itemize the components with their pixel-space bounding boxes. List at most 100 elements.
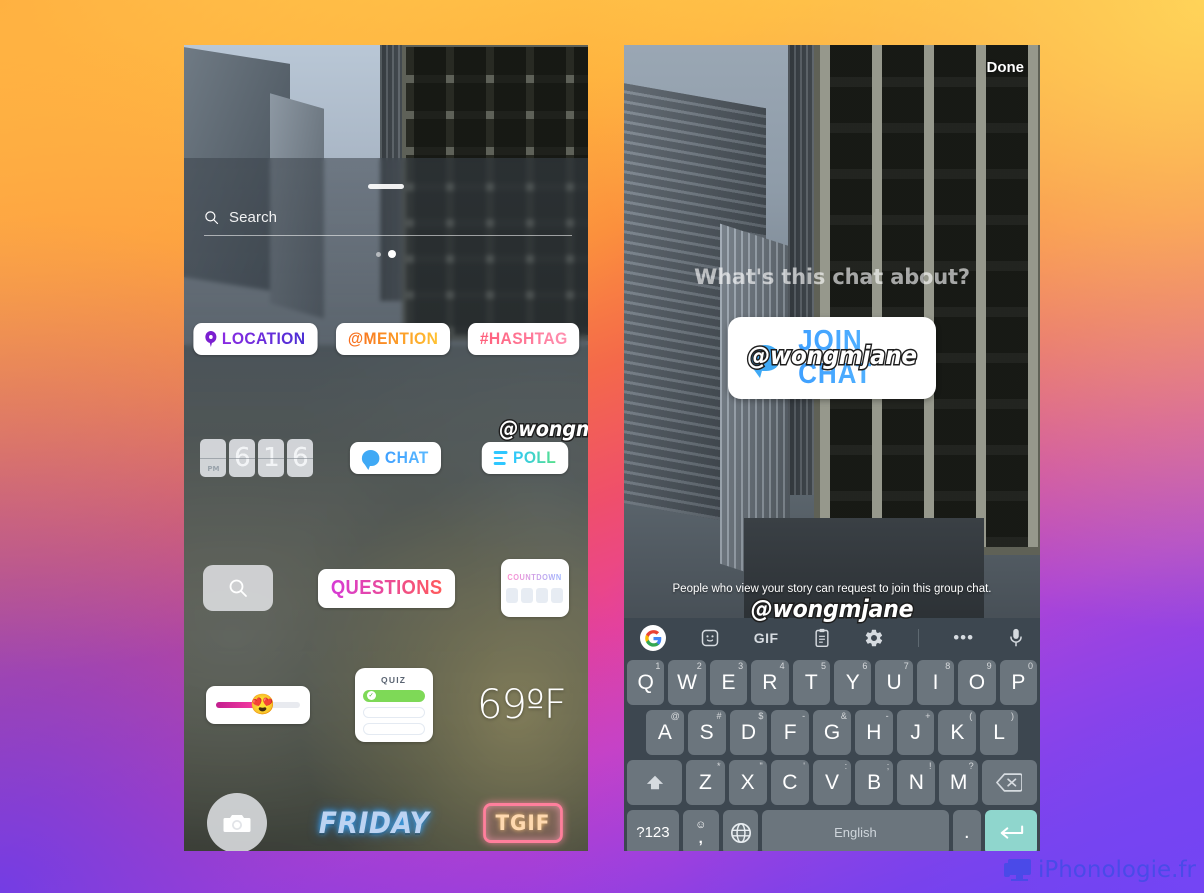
sticker-emoji-slider[interactable]: 😍 bbox=[206, 686, 311, 724]
backspace-key[interactable] bbox=[981, 760, 1038, 805]
key-label: P bbox=[1011, 670, 1026, 694]
symbols-key[interactable]: ?123 bbox=[627, 810, 679, 851]
key-p[interactable]: 0P bbox=[999, 660, 1038, 705]
search-icon bbox=[205, 210, 219, 224]
shift-arrow-icon bbox=[646, 775, 663, 789]
page-dot-active[interactable] bbox=[388, 250, 396, 258]
key-x[interactable]: " X bbox=[728, 760, 767, 805]
key-hint: # bbox=[716, 711, 722, 721]
emoji-comma-key[interactable]: ☺ , bbox=[682, 810, 719, 851]
key-f[interactable]: -F bbox=[771, 710, 810, 755]
sticker-smiley-icon[interactable] bbox=[700, 628, 720, 648]
key-z[interactable]: * Z bbox=[686, 760, 725, 805]
right-phone-screen: Done What's this chat about? J O I N C H A T @… bbox=[624, 45, 1040, 851]
google-logo-icon[interactable] bbox=[640, 625, 666, 651]
sticker-label: @MENTION bbox=[347, 329, 438, 348]
key-label: V bbox=[824, 770, 839, 794]
key-h[interactable]: -H bbox=[854, 710, 893, 755]
space-key[interactable]: English bbox=[762, 810, 949, 851]
sheet-grabber-handle[interactable] bbox=[368, 184, 404, 189]
key-label: L bbox=[993, 720, 1005, 744]
emoji-icon: ☺ bbox=[695, 818, 707, 831]
left-phone-screen: Search LOCATION @MENTION #HASHTAG PM 6 1… bbox=[184, 45, 588, 851]
sticker-tgif[interactable]: TGIF bbox=[482, 803, 563, 843]
key-hint: & bbox=[840, 711, 847, 721]
sticker-temperature[interactable]: 69ºF bbox=[477, 682, 567, 728]
sticker-countdown[interactable]: COUNTDOWN bbox=[500, 559, 569, 617]
key-b[interactable]: ; B bbox=[855, 760, 894, 805]
key-hint: ) bbox=[1011, 711, 1015, 721]
sticker-poll[interactable]: POLL bbox=[481, 442, 568, 474]
microphone-icon[interactable] bbox=[1008, 627, 1024, 649]
key-u[interactable]: 7U bbox=[875, 660, 913, 705]
key-t[interactable]: 5T bbox=[792, 660, 830, 705]
sticker-username-handle: @wongmjane bbox=[746, 340, 919, 372]
key-l[interactable]: ) L bbox=[980, 710, 1019, 755]
key-c[interactable]: ' C bbox=[770, 760, 809, 805]
sticker-hashtag[interactable]: #HASHTAG bbox=[467, 323, 580, 355]
key-r[interactable]: 4R bbox=[751, 660, 789, 705]
key-w[interactable]: 2W bbox=[668, 660, 706, 705]
key-v[interactable]: :V bbox=[812, 760, 852, 805]
key-e[interactable]: 3E bbox=[709, 660, 748, 705]
key-s[interactable]: # S bbox=[687, 710, 726, 755]
key-y[interactable]: 6Y bbox=[834, 660, 872, 705]
key-q[interactable]: 1Q bbox=[626, 660, 665, 705]
google-g-glyph bbox=[644, 629, 661, 647]
key-hint: 0 bbox=[1028, 661, 1034, 671]
sticker-quiz[interactable]: QUIZ ✓ bbox=[354, 668, 433, 742]
key-o[interactable]: 9O bbox=[958, 660, 996, 705]
sticker-mention[interactable]: @MENTION bbox=[335, 323, 450, 355]
key-a[interactable]: @ A bbox=[645, 710, 684, 755]
building-shape bbox=[814, 45, 1040, 555]
gif-icon[interactable]: GIF bbox=[754, 630, 779, 646]
key-i[interactable]: 8I bbox=[916, 660, 955, 705]
done-button[interactable]: Done bbox=[987, 59, 1025, 76]
sticker-friday[interactable]: FRIDAY bbox=[319, 806, 430, 840]
keyboard-row-1: 1Q 2W 3E 4R 5T 6Y 7U 8I 9O 0P bbox=[626, 660, 1038, 705]
sticker-questions[interactable]: QUESTIONS bbox=[318, 568, 456, 608]
keyboard-row-2: @ A # S $ D -F & G -H + J (K ) L bbox=[627, 710, 1037, 755]
sticker-gif-search[interactable] bbox=[203, 565, 274, 611]
sticker-chat[interactable]: CHAT bbox=[350, 442, 441, 474]
key-hint: 6 bbox=[862, 661, 868, 671]
period-key[interactable]: . bbox=[952, 810, 982, 851]
key-hint: 3 bbox=[738, 661, 744, 671]
monitor-icon bbox=[1003, 859, 1031, 881]
sticker-location[interactable]: LOCATION bbox=[193, 323, 318, 355]
clock-digit: 6 bbox=[229, 439, 256, 477]
quiz-option bbox=[362, 706, 425, 719]
keyboard-rows: 1Q 2W 3E 4R 5T 6Y 7U 8I 9O 0P @ A # S $ D -… bbox=[624, 658, 1040, 851]
sticker-time[interactable]: PM 6 1 6 bbox=[200, 439, 314, 477]
chat-topic-placeholder[interactable]: What's this chat about? bbox=[624, 265, 1040, 289]
page-indicator-dots bbox=[376, 250, 396, 258]
key-hint: " bbox=[759, 761, 763, 771]
key-label: S bbox=[699, 720, 714, 744]
shift-key[interactable] bbox=[626, 760, 683, 805]
clipboard-icon[interactable] bbox=[813, 628, 831, 648]
key-hint: $ bbox=[758, 711, 764, 721]
enter-key[interactable] bbox=[985, 810, 1037, 851]
more-dots-icon[interactable]: ••• bbox=[953, 628, 974, 648]
key-hint: - bbox=[885, 711, 889, 721]
search-input[interactable]: Search bbox=[204, 200, 568, 234]
sticker-row-4: 😍 QUIZ ✓ 69ºF bbox=[184, 668, 588, 742]
key-d[interactable]: $ D bbox=[729, 710, 768, 755]
key-j[interactable]: + J bbox=[896, 710, 935, 755]
key-label: N bbox=[908, 770, 924, 794]
gear-icon[interactable] bbox=[864, 628, 884, 648]
key-k[interactable]: (K bbox=[938, 710, 977, 755]
sticker-camera[interactable] bbox=[207, 793, 268, 851]
key-m[interactable]: ? M bbox=[939, 760, 978, 805]
screenshot-root: Search LOCATION @MENTION #HASHTAG PM 6 1… bbox=[0, 0, 1204, 893]
key-hint: ; bbox=[886, 761, 890, 771]
key-hint: 5 bbox=[820, 661, 826, 671]
clock-digit: 6 bbox=[287, 439, 314, 477]
poll-bars-icon bbox=[493, 451, 508, 465]
key-g[interactable]: & G bbox=[813, 710, 851, 755]
slider-emoji-knob[interactable]: 😍 bbox=[250, 695, 275, 715]
overlay-username-handle: @wongmjane bbox=[498, 416, 588, 443]
page-dot-inactive[interactable] bbox=[376, 251, 381, 257]
language-globe-key[interactable] bbox=[722, 810, 759, 851]
key-n[interactable]: ! N bbox=[897, 760, 936, 805]
